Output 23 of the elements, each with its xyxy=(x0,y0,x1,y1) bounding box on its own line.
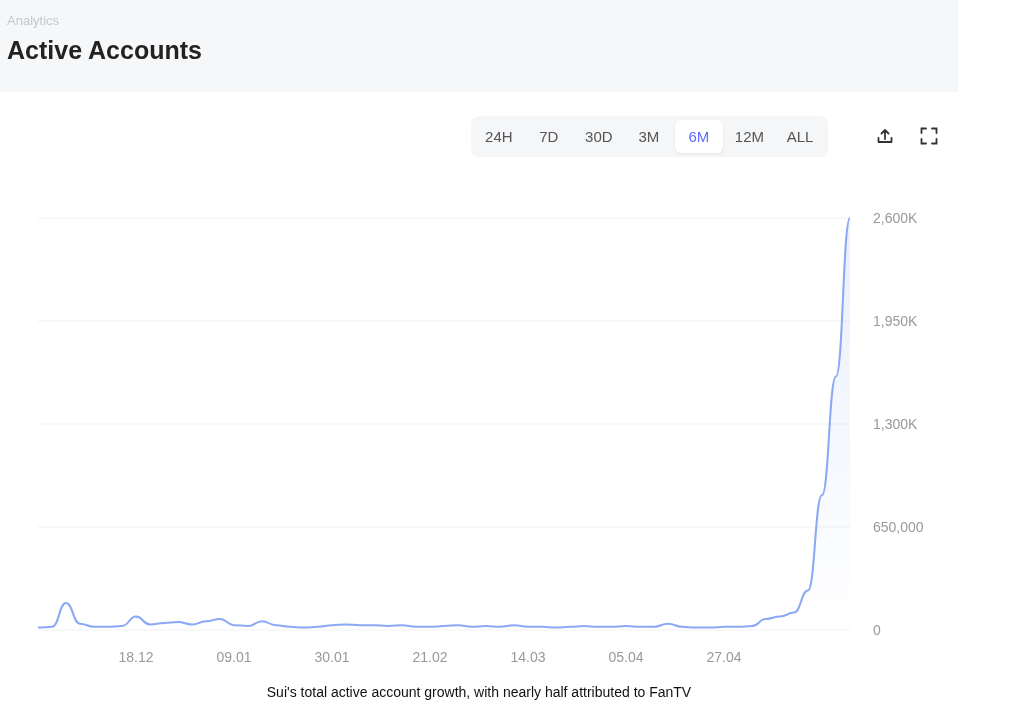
x-axis-label: 18.12 xyxy=(118,649,154,665)
fullscreen-icon[interactable] xyxy=(920,127,938,145)
range-tab[interactable]: 7D xyxy=(524,119,573,153)
share-icon[interactable] xyxy=(876,127,894,145)
y-axis-label: 650,000 xyxy=(873,519,924,535)
x-axis-label: 21.02 xyxy=(412,649,448,665)
y-axis-label: 0 xyxy=(873,622,881,638)
range-tab[interactable]: 30D xyxy=(574,119,623,153)
range-tab[interactable]: 3M xyxy=(624,119,673,153)
x-axis-label: 09.01 xyxy=(216,649,252,665)
y-axis-label: 1,950K xyxy=(873,313,918,329)
x-axis-label: 14.03 xyxy=(510,649,546,665)
range-tab[interactable]: 6M xyxy=(674,119,723,153)
range-tab[interactable]: 24H xyxy=(474,119,523,153)
y-axis-label: 1,300K xyxy=(873,416,918,432)
x-axis-label: 27.04 xyxy=(706,649,742,665)
x-axis-label: 05.04 xyxy=(608,649,644,665)
range-tab[interactable]: ALL xyxy=(776,119,824,153)
x-axis-label: 30.01 xyxy=(314,649,350,665)
page-title: Active Accounts xyxy=(7,36,203,65)
range-tab[interactable]: 12M xyxy=(724,119,774,153)
chart-caption: Sui's total active account growth, with nearly half attributed to FanTV xyxy=(265,684,693,700)
y-axis-label: 2,600K xyxy=(873,210,918,226)
